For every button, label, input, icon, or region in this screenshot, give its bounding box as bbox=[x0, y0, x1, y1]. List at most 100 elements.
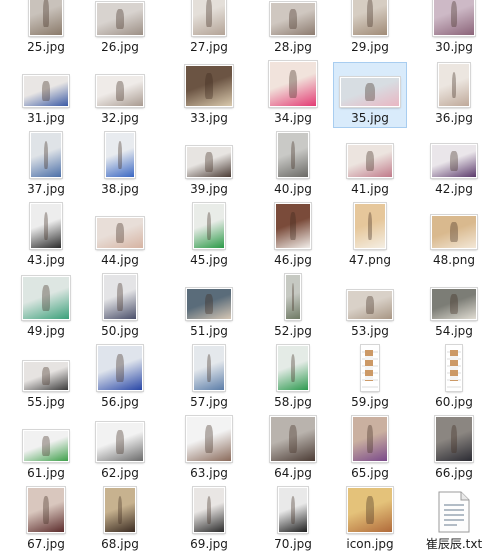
file-item[interactable]: 47.png bbox=[333, 202, 407, 270]
image-thumbnail bbox=[192, 202, 226, 250]
image-thumbnail bbox=[351, 0, 389, 37]
image-thumbnail bbox=[276, 131, 310, 179]
file-item[interactable]: 34.jpg bbox=[256, 60, 330, 128]
image-thumbnail bbox=[22, 360, 70, 392]
image-thumbnail bbox=[284, 273, 302, 321]
image-thumbnail bbox=[346, 143, 394, 179]
file-name-label: 60.jpg bbox=[435, 395, 473, 409]
file-name-label: 崔辰辰.txt bbox=[425, 537, 483, 551]
image-thumbnail bbox=[269, 1, 317, 37]
file-name-label: 57.jpg bbox=[190, 395, 228, 409]
file-name-label: 40.jpg bbox=[274, 182, 312, 196]
file-item[interactable]: 62.jpg bbox=[83, 417, 157, 483]
file-name-label: 58.jpg bbox=[274, 395, 312, 409]
file-name-label: 44.jpg bbox=[101, 253, 139, 267]
image-thumbnail bbox=[104, 131, 136, 179]
file-item[interactable]: 39.jpg bbox=[172, 133, 246, 199]
file-item[interactable]: 32.jpg bbox=[83, 62, 157, 128]
file-name-label: 69.jpg bbox=[190, 537, 228, 551]
file-name-label: 46.jpg bbox=[274, 253, 312, 267]
file-item[interactable]: 61.jpg bbox=[9, 417, 83, 483]
file-item[interactable]: 33.jpg bbox=[172, 62, 246, 128]
file-item[interactable]: 30.jpg bbox=[417, 0, 484, 57]
image-thumbnail bbox=[26, 486, 66, 534]
image-thumbnail bbox=[102, 273, 138, 321]
image-thumbnail bbox=[432, 0, 476, 37]
file-item[interactable]: 59.jpg bbox=[333, 344, 407, 412]
file-item[interactable]: icon.jpg bbox=[333, 486, 407, 554]
file-item[interactable]: 38.jpg bbox=[83, 131, 157, 199]
file-item[interactable]: 27.jpg bbox=[172, 0, 246, 57]
file-name-label: 49.jpg bbox=[27, 324, 65, 338]
file-item[interactable]: 35.jpg bbox=[333, 62, 407, 128]
file-item[interactable]: 65.jpg bbox=[333, 415, 407, 483]
file-name-label: 34.jpg bbox=[274, 111, 312, 125]
file-item[interactable]: 25.jpg bbox=[9, 0, 83, 57]
image-thumbnail bbox=[269, 415, 317, 463]
file-name-label: icon.jpg bbox=[346, 537, 394, 551]
file-item[interactable]: 64.jpg bbox=[256, 415, 330, 483]
file-name-label: 61.jpg bbox=[27, 466, 65, 480]
file-name-label: 52.jpg bbox=[274, 324, 312, 338]
image-thumbnail bbox=[29, 131, 63, 179]
image-thumbnail bbox=[351, 415, 389, 463]
file-item[interactable]: 崔辰辰.txt bbox=[417, 488, 484, 554]
file-item[interactable]: 68.jpg bbox=[83, 486, 157, 554]
file-item[interactable]: 40.jpg bbox=[256, 131, 330, 199]
file-item[interactable]: 56.jpg bbox=[83, 344, 157, 412]
file-item[interactable]: 37.jpg bbox=[9, 131, 83, 199]
file-item[interactable]: 70.jpg bbox=[256, 486, 330, 554]
image-thumbnail bbox=[95, 421, 145, 463]
file-item[interactable]: 42.jpg bbox=[417, 133, 484, 199]
file-item[interactable]: 66.jpg bbox=[417, 415, 484, 483]
file-name-label: 43.jpg bbox=[27, 253, 65, 267]
file-name-label: 59.jpg bbox=[351, 395, 389, 409]
file-item[interactable]: 28.jpg bbox=[256, 0, 330, 57]
image-thumbnail bbox=[29, 202, 63, 250]
file-name-label: 35.jpg bbox=[351, 111, 389, 125]
image-thumbnail bbox=[95, 74, 145, 108]
file-item[interactable]: 63.jpg bbox=[172, 415, 246, 483]
file-name-label: 62.jpg bbox=[101, 466, 139, 480]
file-item[interactable]: 26.jpg bbox=[83, 0, 157, 57]
image-thumbnail bbox=[103, 486, 137, 534]
file-item[interactable]: 44.jpg bbox=[83, 204, 157, 270]
file-name-label: 39.jpg bbox=[190, 182, 228, 196]
file-item[interactable]: 45.jpg bbox=[172, 202, 246, 270]
image-thumbnail bbox=[346, 486, 394, 534]
file-item[interactable]: 36.jpg bbox=[417, 62, 484, 128]
text-file-icon bbox=[437, 491, 471, 533]
file-item[interactable]: 49.jpg bbox=[9, 275, 83, 341]
image-thumbnail bbox=[360, 344, 380, 392]
file-item[interactable]: 52.jpg bbox=[256, 273, 330, 341]
file-name-label: 45.jpg bbox=[190, 253, 228, 267]
file-item[interactable]: 31.jpg bbox=[9, 62, 83, 128]
file-item[interactable]: 46.jpg bbox=[256, 202, 330, 270]
image-thumbnail bbox=[28, 0, 64, 37]
file-item[interactable]: 67.jpg bbox=[9, 486, 83, 554]
file-name-label: 51.jpg bbox=[190, 324, 228, 338]
image-thumbnail bbox=[192, 344, 226, 392]
file-name-label: 48.png bbox=[433, 253, 475, 267]
file-item[interactable]: 53.jpg bbox=[333, 275, 407, 341]
file-item[interactable]: 50.jpg bbox=[83, 273, 157, 341]
file-item[interactable]: 58.jpg bbox=[256, 344, 330, 412]
file-item[interactable]: 29.jpg bbox=[333, 0, 407, 57]
file-item[interactable]: 54.jpg bbox=[417, 275, 484, 341]
file-item[interactable]: 60.jpg bbox=[417, 344, 484, 412]
file-item[interactable]: 43.jpg bbox=[9, 202, 83, 270]
image-thumbnail bbox=[277, 486, 309, 534]
file-item[interactable]: 51.jpg bbox=[172, 275, 246, 341]
file-item[interactable]: 41.jpg bbox=[333, 133, 407, 199]
image-thumbnail bbox=[22, 429, 70, 463]
file-name-label: 64.jpg bbox=[274, 466, 312, 480]
file-item[interactable]: 69.jpg bbox=[172, 486, 246, 554]
file-name-label: 68.jpg bbox=[101, 537, 139, 551]
image-thumbnail bbox=[184, 64, 234, 108]
file-item[interactable]: 48.png bbox=[417, 204, 484, 270]
file-item[interactable]: 55.jpg bbox=[9, 346, 83, 412]
file-item[interactable]: 57.jpg bbox=[172, 344, 246, 412]
image-thumbnail bbox=[445, 344, 463, 392]
file-name-label: 65.jpg bbox=[351, 466, 389, 480]
file-name-label: 37.jpg bbox=[27, 182, 65, 196]
